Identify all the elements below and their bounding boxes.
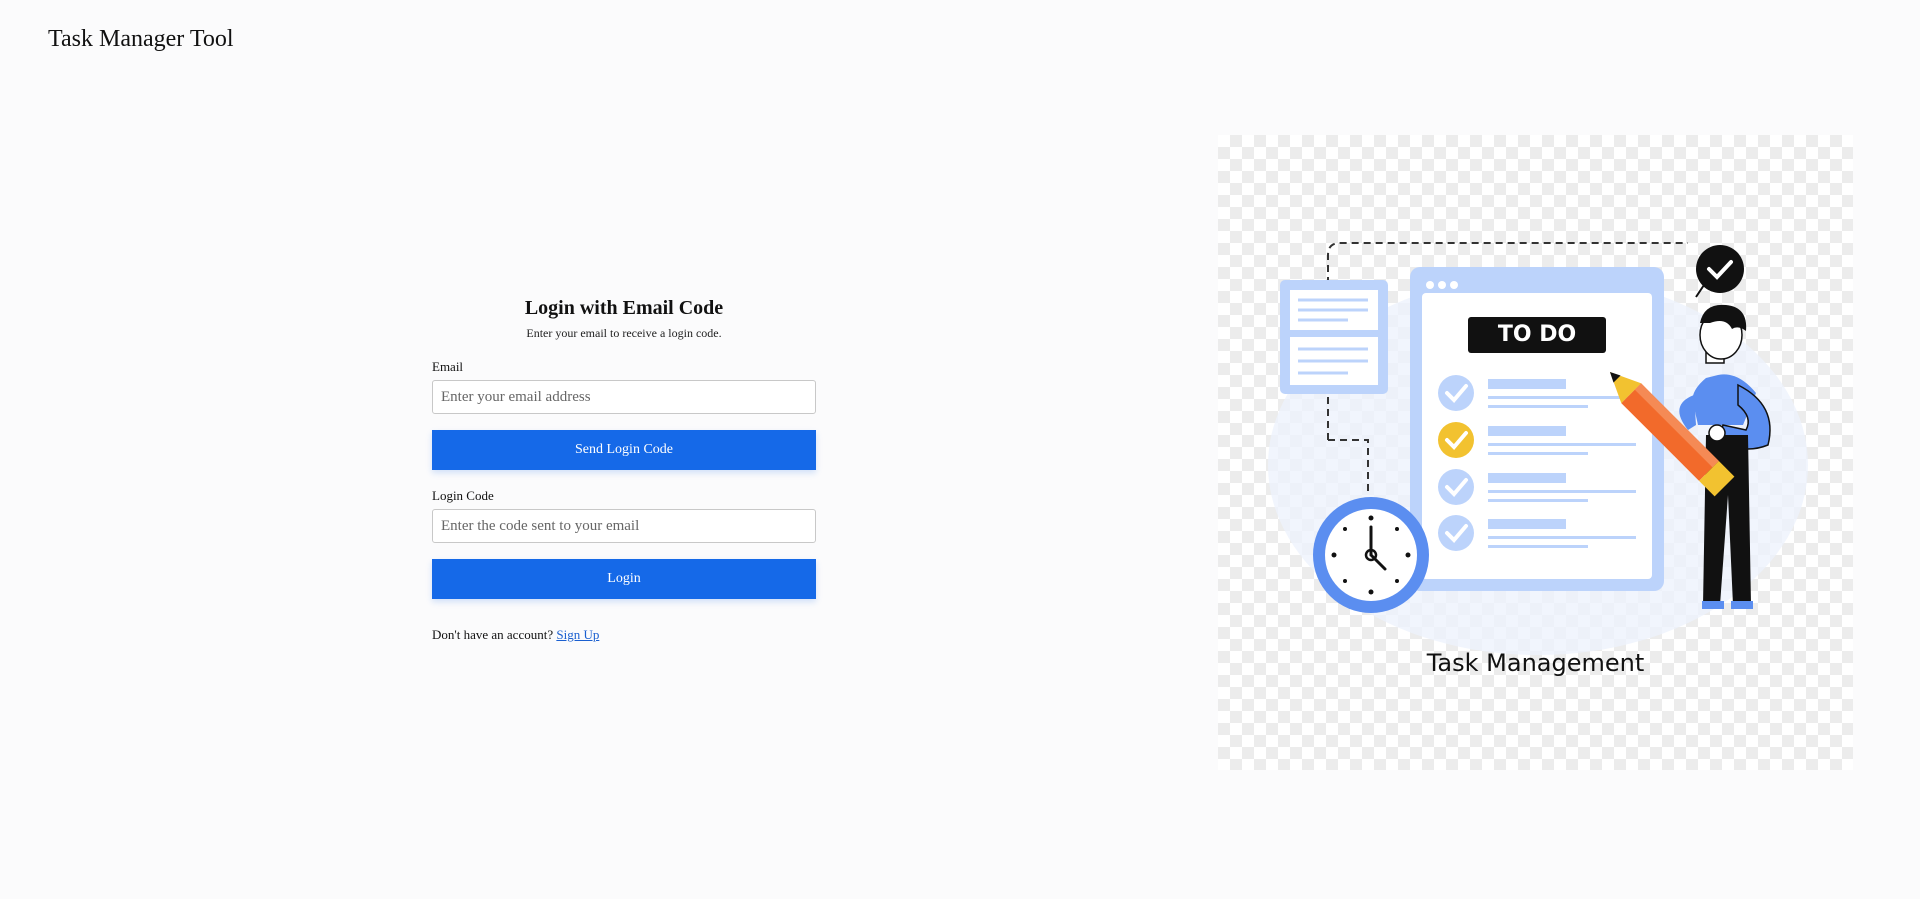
- login-heading: Login with Email Code: [524, 297, 724, 319]
- login-button[interactable]: Login: [432, 559, 816, 599]
- login-subtitle: Enter your email to receive a login code…: [526, 326, 722, 340]
- signup-link[interactable]: Sign Up: [556, 627, 599, 642]
- side-document-icon: [1280, 280, 1388, 394]
- login-code-label: Login Code: [432, 488, 494, 503]
- email-label: Email: [432, 359, 464, 374]
- check-badge-icon: [1695, 245, 1744, 298]
- signup-prompt: Don't have an account?: [432, 627, 554, 642]
- send-login-code-button[interactable]: Send Login Code: [432, 430, 816, 470]
- app-title: Task Manager Tool: [48, 26, 234, 52]
- clock-icon: [1313, 497, 1429, 613]
- login-card: Login with Email Code Enter your email t…: [432, 296, 816, 643]
- task-management-illustration: TO DO Task Management: [1218, 135, 1853, 770]
- signup-row: Don't have an account? Sign Up: [432, 627, 816, 643]
- email-input[interactable]: [432, 380, 816, 414]
- login-code-input[interactable]: [432, 509, 816, 543]
- illustration-caption: Task Management: [1426, 649, 1645, 677]
- todo-label: TO DO: [1468, 317, 1606, 353]
